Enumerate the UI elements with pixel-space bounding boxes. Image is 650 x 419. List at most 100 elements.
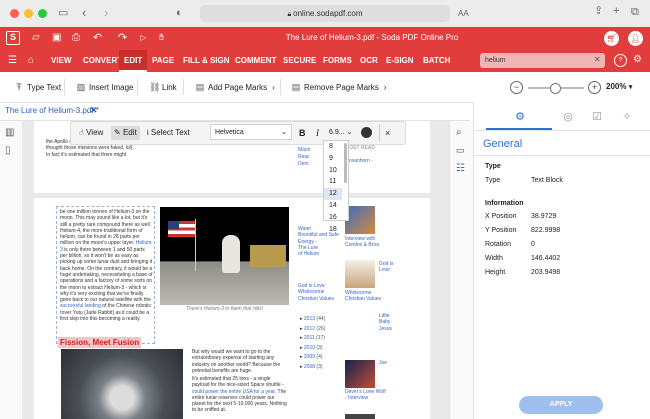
sidebar-toggle-icon[interactable]: ▭	[58, 8, 68, 19]
menu-fill-sign[interactable]: FILL & SIGN	[178, 50, 235, 72]
tab-overview-icon[interactable]: ⧉	[631, 7, 639, 18]
check-tab-icon[interactable]: ☑	[587, 110, 607, 126]
font-family-select[interactable]: Helvetica ⌄	[210, 124, 292, 140]
menu-comment[interactable]: COMMENT	[230, 50, 281, 72]
bookmarks-icon[interactable]: ▯	[5, 145, 11, 156]
edit-mode-button[interactable]: ✎ Edit	[111, 126, 140, 140]
menu-page[interactable]: PAGE	[147, 50, 179, 72]
home-icon[interactable]: ⌂	[28, 55, 34, 66]
font-size-option[interactable]: 10	[324, 165, 342, 177]
open-folder-icon[interactable]: ▱	[32, 32, 40, 43]
archive-year-item[interactable]: ▸ 2009 (4)	[300, 354, 325, 364]
pan-tool-icon[interactable]: ✋︎	[159, 32, 164, 43]
privacy-shield-icon[interactable]: ◐	[176, 8, 183, 19]
reader-aa-button[interactable]: AA	[458, 8, 469, 19]
help-icon[interactable]: ?	[614, 54, 627, 67]
redo-icon[interactable]: ↷	[118, 31, 127, 44]
zoom-out-icon[interactable]: −	[510, 81, 523, 94]
cart-icon[interactable]: 🛒︎	[604, 31, 619, 46]
search-clear-icon[interactable]: ✕	[594, 55, 601, 64]
apply-button[interactable]: APPLY	[519, 396, 603, 414]
menu-e-sign[interactable]: E-SIGN	[381, 50, 419, 72]
document-viewer[interactable]: the Apollo missions (and some of you tho…	[22, 121, 449, 419]
menu-batch[interactable]: BATCH	[418, 50, 455, 72]
menu-secure[interactable]: SECURE	[278, 50, 321, 72]
menu-view[interactable]: VIEW	[46, 50, 76, 72]
search-input[interactable]: helium	[480, 53, 605, 68]
comments-icon[interactable]: ▭	[456, 145, 465, 156]
side-link[interactable]: of Helium	[298, 251, 342, 257]
god-is-love-link[interactable]: God is Love: Wholesome Christian Values	[298, 283, 342, 302]
appearance-tab-icon[interactable]: ◎	[558, 110, 578, 126]
close-tab-icon[interactable]: ✕	[90, 105, 98, 116]
close-window-button[interactable]	[10, 9, 19, 18]
font-size-option[interactable]: 9	[324, 153, 342, 165]
archive-year-item[interactable]: ▸ 2013 (44)	[300, 316, 325, 326]
zoom-in-icon[interactable]: +	[588, 81, 601, 94]
undo-icon[interactable]: ↶	[93, 31, 102, 44]
select-text-button[interactable]: Ꭵ Select Text	[147, 126, 190, 140]
bold-button[interactable]: B	[299, 126, 306, 140]
font-size-option[interactable]: 11	[324, 176, 342, 188]
address-bar[interactable]: 🔒︎ online.sodapdf.com	[200, 5, 450, 22]
info-value[interactable]: 203.9498	[531, 269, 560, 276]
wholesome-thumbnail[interactable]	[345, 260, 375, 288]
extra-thumbnail[interactable]	[345, 414, 375, 419]
menu-ocr[interactable]: OCR	[355, 50, 383, 72]
zoom-slider-handle[interactable]	[550, 83, 561, 94]
selected-text-block[interactable]: be one million tonnes of Helium-3 on the…	[56, 206, 155, 344]
new-tab-icon[interactable]: +	[613, 6, 619, 17]
view-mode-button[interactable]: ☝︎ View	[79, 126, 103, 140]
lone-wolf-thumbnail[interactable]	[345, 360, 375, 388]
thumbnail-label[interactable]: Wholesome Christian Values	[345, 290, 387, 303]
maximize-window-button[interactable]	[38, 9, 47, 18]
forward-icon[interactable]: ›	[104, 6, 108, 19]
font-size-option[interactable]: 8	[324, 141, 342, 153]
font-size-option[interactable]: 14	[324, 200, 342, 212]
zoom-slider[interactable]	[528, 83, 584, 94]
thumb-side-link[interactable]: Little Baby Jesus	[379, 313, 401, 332]
menu-edit[interactable]: EDIT	[119, 50, 148, 72]
hamburger-menu-icon[interactable]: ☰	[8, 55, 17, 66]
select-tool-icon[interactable]: ▷	[140, 33, 146, 42]
sidebar-link-mach[interactable]: Mach	[298, 147, 310, 153]
oceanhorn-link[interactable]: Oceanhorn -	[345, 158, 373, 164]
document-tab[interactable]: The Lure of Helium-3.pdf *	[5, 106, 99, 115]
thumb-side-link[interactable]: God is Love:	[379, 261, 401, 274]
thumb-side-link[interactable]: Joe	[379, 360, 401, 366]
font-size-dropdown[interactable]: 8 9 10 11 12 14 16 18	[323, 140, 349, 233]
print-icon[interactable]: ⎙	[72, 32, 80, 43]
back-icon[interactable]: ‹	[82, 6, 86, 19]
add-page-marks-button[interactable]: ▤ Add Page Marks ›	[195, 80, 275, 94]
italic-button[interactable]: I	[316, 126, 319, 140]
sidebar-link-reac[interactable]: Reac	[298, 154, 310, 160]
zoom-level-select[interactable]: 200% ▾	[606, 80, 632, 94]
general-tab-icon[interactable]: ⚙	[510, 110, 530, 126]
minimize-window-button[interactable]	[24, 9, 33, 18]
properties-icon[interactable]: ☷	[456, 163, 465, 174]
insert-image-button[interactable]: ▨ Insert Image	[76, 80, 134, 94]
menu-forms[interactable]: FORMS	[318, 50, 357, 72]
font-size-option[interactable]: 16	[324, 212, 342, 224]
font-size-option[interactable]: 12	[324, 188, 342, 200]
info-value[interactable]: 146.4402	[531, 255, 560, 262]
save-icon[interactable]: ▣	[52, 32, 61, 43]
archive-year-item[interactable]: ▸ 2008 (3)	[300, 364, 325, 374]
font-size-select[interactable]: 6.9... ⌄	[329, 126, 352, 140]
thumbnails-icon[interactable]: ▥	[5, 127, 14, 138]
settings-gear-icon[interactable]: ⚙	[633, 54, 642, 65]
effects-tab-icon[interactable]: ✧	[617, 110, 637, 126]
remove-page-marks-button[interactable]: ▤ Remove Page Marks ›	[291, 80, 387, 94]
soda-logo[interactable]: S	[6, 31, 20, 45]
search-icon[interactable]: ⌕	[456, 127, 462, 138]
share-icon[interactable]: ⇪	[594, 6, 603, 17]
archive-year-item[interactable]: ▸ 2011 (17)	[300, 335, 325, 345]
thumbnail-label[interactable]: Interview with Comfox & Broa	[345, 236, 387, 249]
archive-year-item[interactable]: ▸ 2010 (3)	[300, 345, 325, 355]
sidebar-link-dem[interactable]: Dem	[298, 161, 309, 167]
font-size-option[interactable]: 18	[324, 224, 342, 236]
thumbnail-label[interactable]: Dever's Lone Wolf - Interview	[345, 389, 387, 402]
info-value[interactable]: 822.9998	[531, 227, 560, 234]
dropdown-scrollbar[interactable]	[344, 143, 347, 183]
link-button[interactable]: ⛓︎ Link	[149, 80, 177, 94]
